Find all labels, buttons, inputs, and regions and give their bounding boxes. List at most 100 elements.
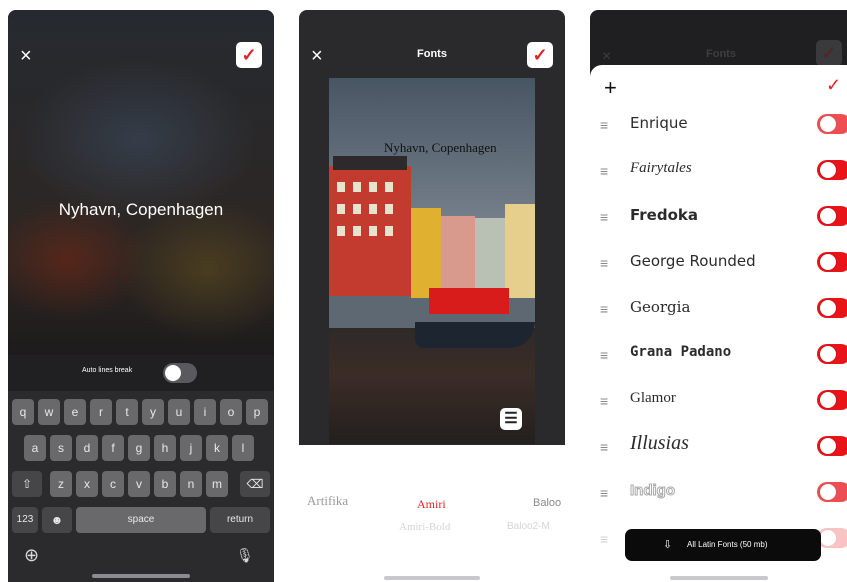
font-row: ≡ Illusias bbox=[590, 424, 847, 470]
font-row: ≡ George Rounded bbox=[590, 240, 847, 286]
confirm-check-icon[interactable]: ✓ bbox=[826, 75, 841, 96]
font-picker-strip: Artifika Amiri Amiri-Bold Baloo Baloo2-M bbox=[299, 445, 565, 582]
confirm-button[interactable]: ✓ bbox=[816, 40, 842, 66]
key-y[interactable]: y bbox=[142, 399, 164, 425]
drag-handle-icon[interactable]: ≡ bbox=[600, 164, 608, 178]
red-building-roof bbox=[333, 156, 407, 170]
key-i[interactable]: i bbox=[194, 399, 216, 425]
font-toggle[interactable] bbox=[817, 206, 847, 226]
font-toggle[interactable] bbox=[817, 298, 847, 318]
key-b[interactable]: b bbox=[154, 471, 176, 497]
key-r[interactable]: r bbox=[90, 399, 112, 425]
toggle-knob bbox=[820, 300, 836, 316]
key-d[interactable]: d bbox=[76, 435, 98, 461]
key-e[interactable]: e bbox=[64, 399, 86, 425]
globe-icon[interactable]: ⊕ bbox=[24, 545, 39, 566]
key-p[interactable]: p bbox=[246, 399, 268, 425]
toggle-knob bbox=[820, 254, 836, 270]
window bbox=[337, 226, 345, 236]
auto-lines-break-toggle[interactable] bbox=[163, 363, 197, 383]
font-manager-screen: × Fonts ✓ + ✓ ≡ Enrique ≡ Fairytales ≡ F… bbox=[590, 10, 847, 582]
window bbox=[385, 182, 393, 192]
caption-overlay[interactable]: Nyhavn, Copenhagen bbox=[384, 140, 497, 156]
font-list-button[interactable]: ☰ bbox=[500, 408, 522, 430]
key-s[interactable]: s bbox=[50, 435, 72, 461]
add-font-icon[interactable]: + bbox=[604, 75, 617, 101]
font-toggle[interactable] bbox=[817, 114, 847, 134]
font-option-amiri[interactable]: Amiri bbox=[417, 497, 446, 512]
toggle-knob bbox=[820, 208, 836, 224]
key-o[interactable]: o bbox=[220, 399, 242, 425]
font-toggle[interactable] bbox=[817, 528, 847, 548]
key-m[interactable]: m bbox=[206, 471, 228, 497]
key-v[interactable]: v bbox=[128, 471, 150, 497]
font-toggle[interactable] bbox=[817, 436, 847, 456]
shift-key[interactable]: ⇧ bbox=[12, 471, 42, 497]
close-icon[interactable]: × bbox=[602, 48, 611, 66]
font-row: ≡ Georgia bbox=[590, 286, 847, 332]
drag-handle-icon[interactable]: ≡ bbox=[600, 118, 608, 132]
auto-lines-break-label: Auto lines break bbox=[82, 367, 133, 374]
cream-building bbox=[505, 204, 535, 298]
grey-building bbox=[475, 218, 505, 298]
key-h[interactable]: h bbox=[154, 435, 176, 461]
toggle-knob bbox=[820, 392, 836, 408]
font-option-amiri-bold[interactable]: Amiri-Bold bbox=[399, 521, 450, 533]
caption-text[interactable]: Nyhavn, Copenhagen bbox=[8, 200, 274, 220]
font-option-artifika[interactable]: Artifika bbox=[307, 493, 348, 509]
window bbox=[385, 226, 393, 236]
delete-key[interactable]: ⌫ bbox=[240, 471, 270, 497]
toggle-knob bbox=[820, 162, 836, 178]
font-toggle[interactable] bbox=[817, 344, 847, 364]
key-g[interactable]: g bbox=[128, 435, 150, 461]
close-icon[interactable]: × bbox=[20, 46, 32, 66]
confirm-button[interactable]: ✓ bbox=[527, 42, 553, 68]
drag-handle-icon[interactable]: ≡ bbox=[600, 440, 608, 454]
font-toggle[interactable] bbox=[817, 482, 847, 502]
font-name: Fredoka bbox=[630, 206, 698, 224]
key-q[interactable]: q bbox=[12, 399, 34, 425]
font-toggle[interactable] bbox=[817, 252, 847, 272]
download-all-fonts-button[interactable]: ⇩ All Latin Fonts (50 mb) bbox=[625, 529, 821, 561]
font-option-baloo[interactable]: Baloo bbox=[533, 497, 561, 509]
key-k[interactable]: k bbox=[206, 435, 228, 461]
key-c[interactable]: c bbox=[102, 471, 124, 497]
yellow-building bbox=[411, 208, 441, 298]
window bbox=[337, 204, 345, 214]
key-j[interactable]: j bbox=[180, 435, 202, 461]
key-t[interactable]: t bbox=[116, 399, 138, 425]
space-key[interactable]: space bbox=[76, 507, 206, 533]
font-toggle[interactable] bbox=[817, 390, 847, 410]
drag-handle-icon[interactable]: ≡ bbox=[600, 394, 608, 408]
emoji-key[interactable]: ☻ bbox=[42, 507, 72, 533]
drag-handle-icon[interactable]: ≡ bbox=[600, 256, 608, 270]
font-option-baloo2[interactable]: Baloo2-M bbox=[507, 521, 550, 532]
drag-handle-icon[interactable]: ≡ bbox=[600, 210, 608, 224]
drag-handle-icon[interactable]: ≡ bbox=[600, 302, 608, 316]
numbers-key[interactable]: 123 bbox=[12, 507, 38, 533]
mic-icon[interactable]: 🎙 bbox=[236, 547, 254, 564]
confirm-button[interactable]: ✓ bbox=[236, 42, 262, 68]
return-key[interactable]: return bbox=[210, 507, 270, 533]
key-u[interactable]: u bbox=[168, 399, 190, 425]
font-row: ≡ Fredoka bbox=[590, 194, 847, 240]
drag-handle-icon[interactable]: ≡ bbox=[600, 486, 608, 500]
font-row: ≡ Grana Padano bbox=[590, 332, 847, 378]
key-l[interactable]: l bbox=[232, 435, 254, 461]
window bbox=[369, 182, 377, 192]
key-a[interactable]: a bbox=[24, 435, 46, 461]
font-manager-sheet: + ✓ ≡ Enrique ≡ Fairytales ≡ Fredoka ≡ G… bbox=[590, 65, 847, 582]
window bbox=[369, 204, 377, 214]
window bbox=[353, 182, 361, 192]
drag-handle-icon[interactable]: ≡ bbox=[600, 348, 608, 362]
key-n[interactable]: n bbox=[180, 471, 202, 497]
window bbox=[385, 204, 393, 214]
key-f[interactable]: f bbox=[102, 435, 124, 461]
key-w[interactable]: w bbox=[38, 399, 60, 425]
key-z[interactable]: z bbox=[50, 471, 72, 497]
key-x[interactable]: x bbox=[76, 471, 98, 497]
font-toggle[interactable] bbox=[817, 160, 847, 180]
drag-handle-icon[interactable]: ≡ bbox=[600, 532, 608, 546]
window bbox=[369, 226, 377, 236]
home-indicator bbox=[384, 576, 480, 580]
